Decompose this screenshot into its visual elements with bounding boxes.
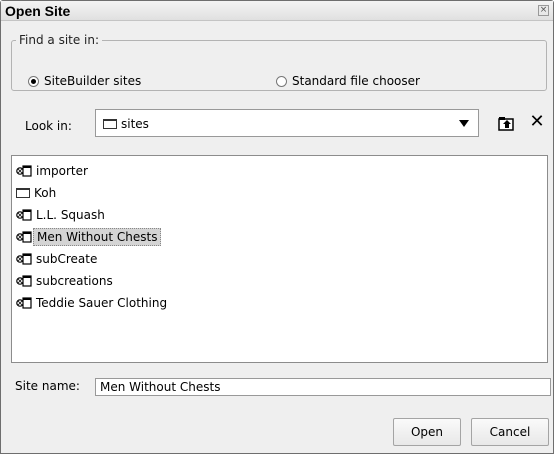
- look-in-label: Look in:: [25, 119, 72, 133]
- list-item[interactable]: importer: [16, 160, 547, 182]
- site-name-label: Site name:: [15, 379, 80, 393]
- open-site-dialog: Open Site × Find a site in: SiteBuilder …: [0, 0, 554, 454]
- list-item[interactable]: subCreate: [16, 248, 547, 270]
- folder-icon: [103, 119, 117, 129]
- file-item-label: importer: [36, 164, 88, 178]
- delete-icon[interactable]: ✕: [528, 112, 546, 132]
- find-site-group: Find a site in: SiteBuilder sites Standa…: [11, 33, 547, 91]
- look-in-dropdown[interactable]: sites: [95, 109, 479, 137]
- radio-indicator[interactable]: [276, 75, 287, 87]
- file-item-label: Men Without Chests: [33, 228, 162, 246]
- file-item-label: Koh: [34, 186, 57, 200]
- site-icon: [16, 275, 32, 287]
- site-icon: [16, 209, 32, 221]
- look-in-value: sites: [121, 117, 149, 131]
- file-item-label: subCreate: [36, 252, 98, 266]
- radio-indicator-selected[interactable]: [28, 75, 39, 87]
- title-bar: Open Site ×: [1, 1, 553, 21]
- up-one-level-icon[interactable]: [498, 114, 516, 132]
- close-icon[interactable]: ×: [538, 5, 549, 16]
- find-site-legend: Find a site in:: [19, 33, 100, 47]
- list-item[interactable]: L.L. Squash: [16, 204, 547, 226]
- list-item[interactable]: Koh: [16, 182, 547, 204]
- dialog-title: Open Site: [5, 3, 71, 19]
- site-icon: [16, 165, 32, 177]
- site-icon: [16, 297, 32, 309]
- list-item[interactable]: Teddie Sauer Clothing: [16, 292, 547, 314]
- open-button[interactable]: Open: [393, 418, 461, 446]
- cancel-button[interactable]: Cancel: [471, 418, 549, 446]
- dropdown-arrow-icon[interactable]: [459, 120, 469, 127]
- folder-icon: [16, 188, 30, 198]
- file-item-label: subcreations: [36, 274, 113, 288]
- radio-label-standard: Standard file chooser: [292, 74, 420, 88]
- file-item-label: L.L. Squash: [36, 208, 105, 222]
- file-item-label: Teddie Sauer Clothing: [36, 296, 168, 310]
- site-icon: [16, 231, 32, 243]
- list-item[interactable]: subcreations: [16, 270, 547, 292]
- radio-sitebuilder-sites[interactable]: SiteBuilder sites: [28, 74, 141, 88]
- site-file-list[interactable]: importer Koh L.L. Squash Men Without Che…: [11, 155, 548, 363]
- site-icon: [16, 253, 32, 265]
- radio-standard-file-chooser[interactable]: Standard file chooser: [276, 74, 420, 88]
- radio-label-sitebuilder: SiteBuilder sites: [44, 74, 142, 88]
- site-name-input[interactable]: [95, 378, 551, 396]
- list-item-selected[interactable]: Men Without Chests: [16, 226, 547, 248]
